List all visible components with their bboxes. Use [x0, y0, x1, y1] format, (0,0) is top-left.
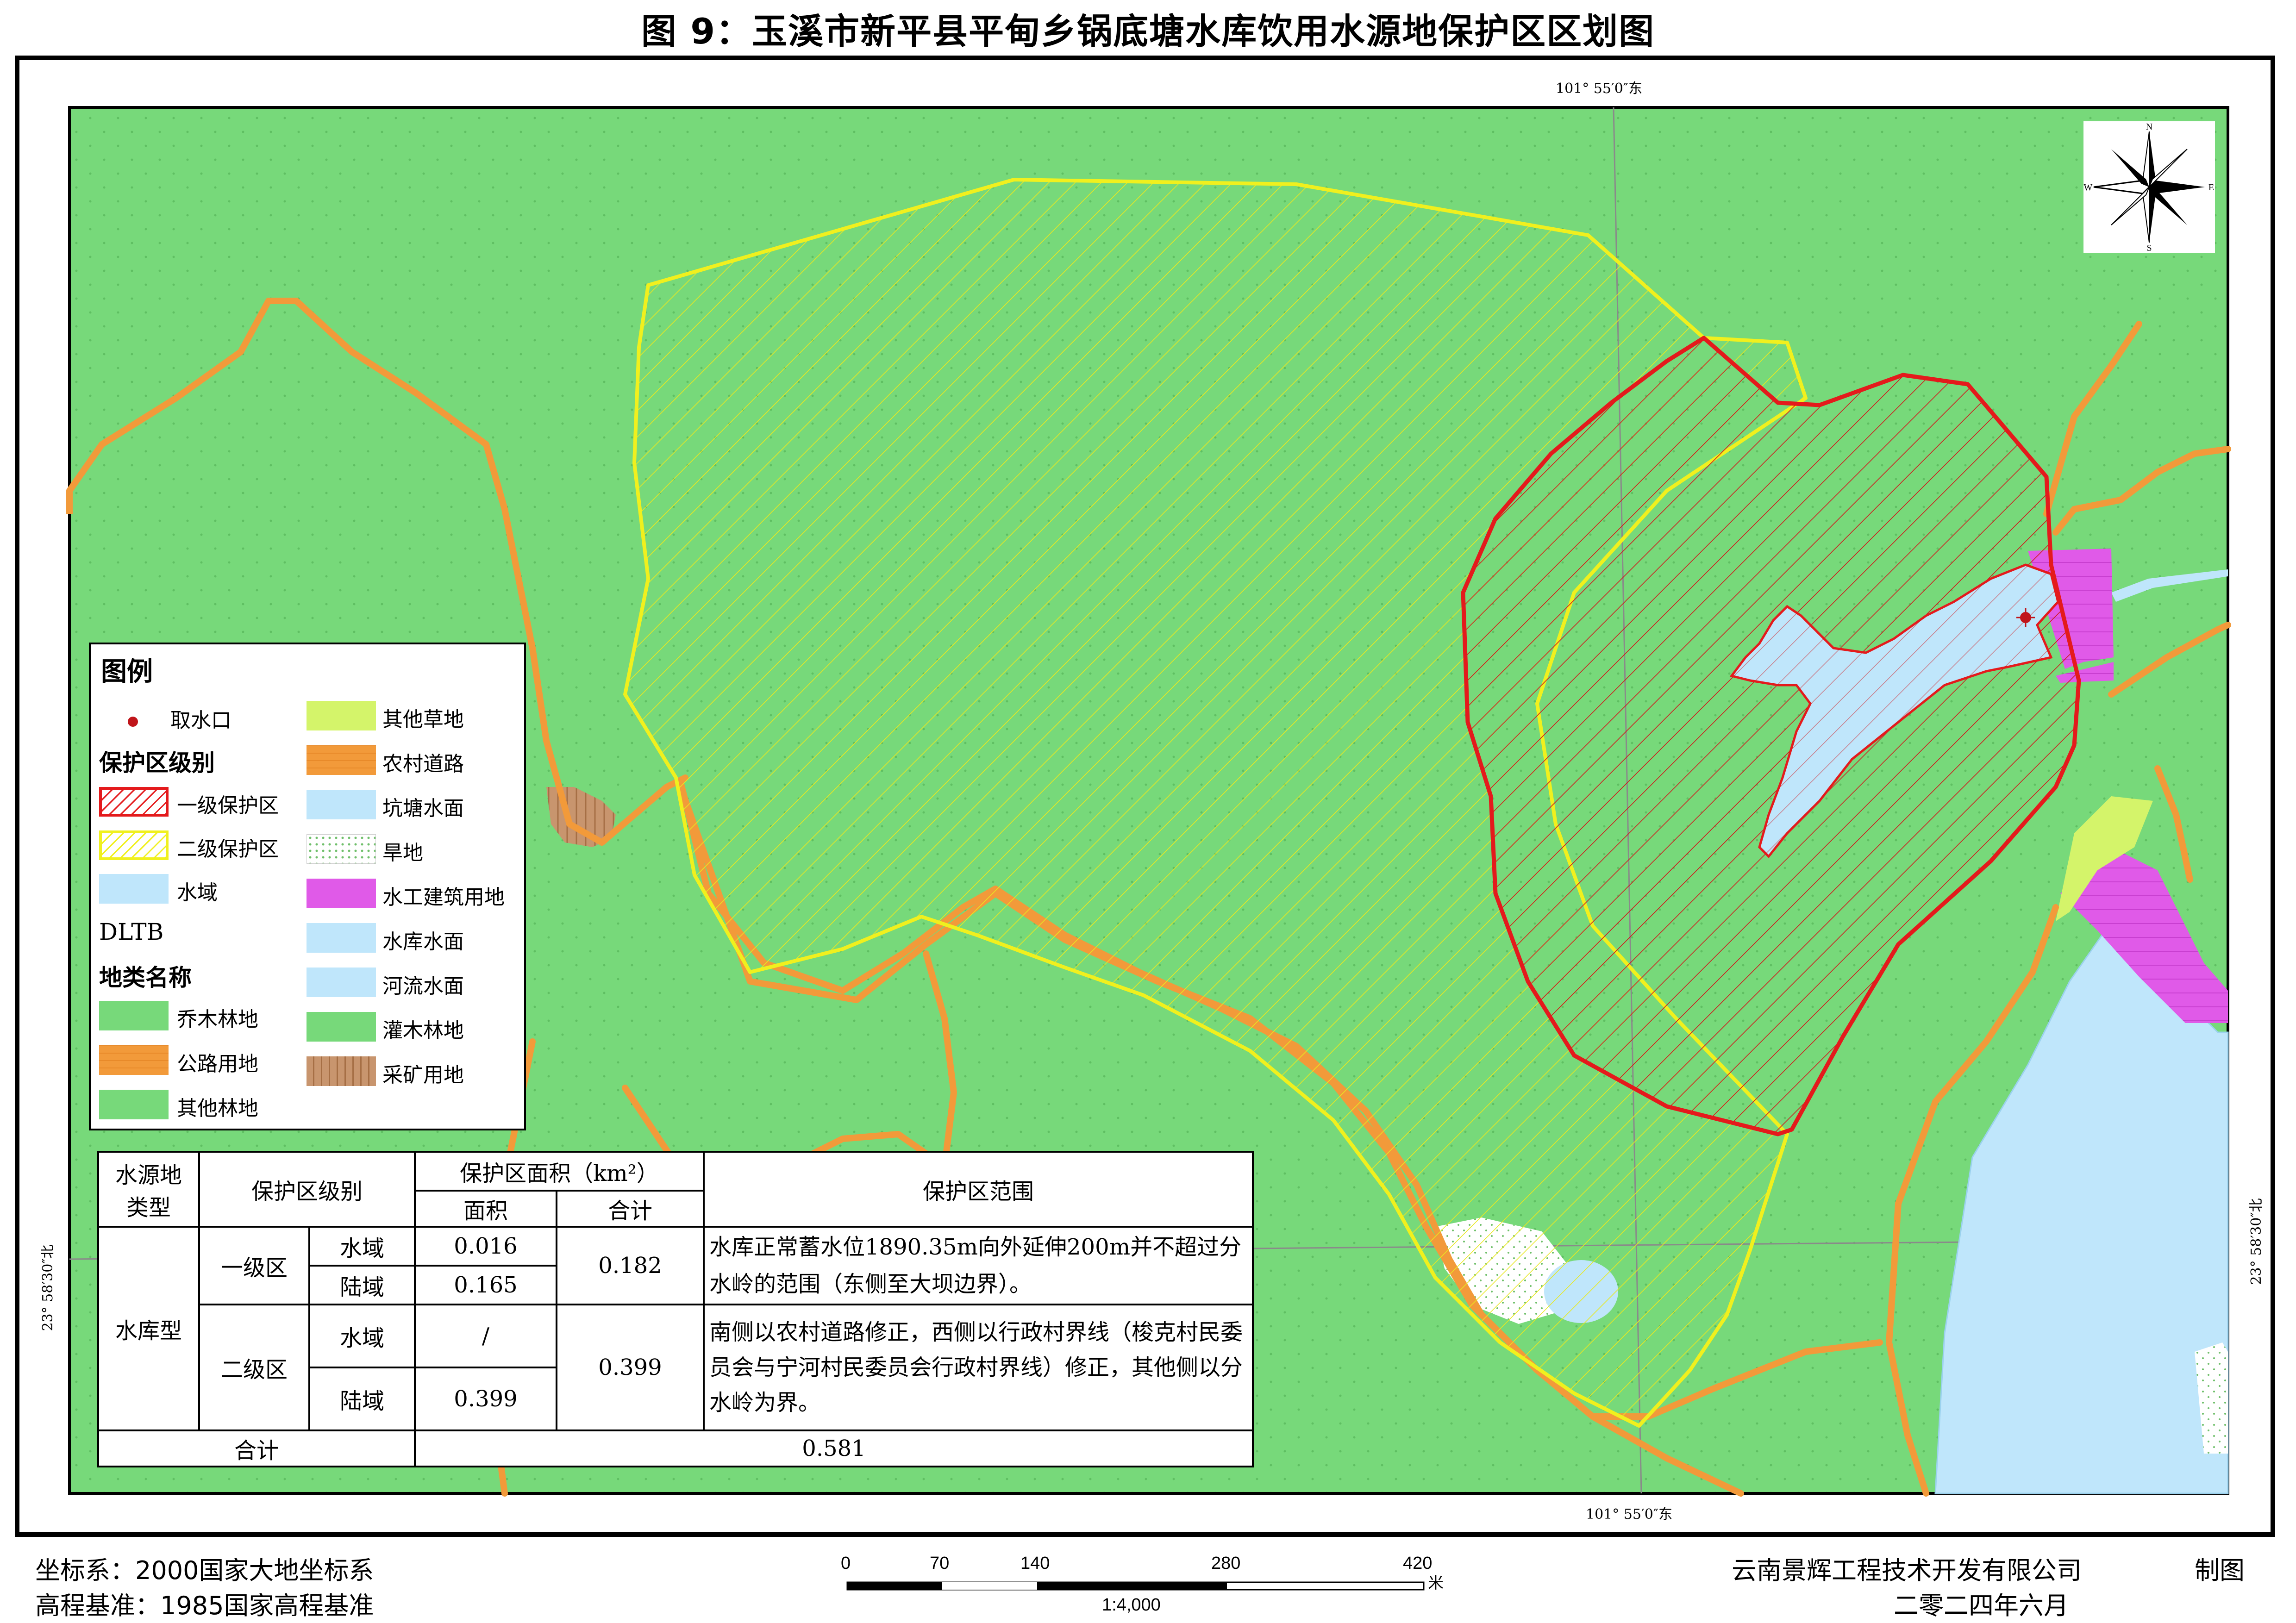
river-swatch	[307, 968, 376, 997]
cell-l1-water: 水域	[308, 1226, 416, 1267]
level2-swatch	[99, 830, 169, 860]
dry-land-swatch	[307, 834, 376, 864]
pond-swatch	[307, 790, 376, 819]
north-arrow: N S E W	[2083, 121, 2215, 253]
other-forest-swatch	[99, 1090, 169, 1119]
made-label: 制图	[2195, 1556, 2245, 1585]
legend-level1: 一级保护区	[177, 794, 279, 818]
protection-table: 水源地 类型 保护区级别 保护区面积（km²） 保护区范围 面积 合计 水库型 一…	[97, 1151, 1254, 1467]
legend-panel: 图例 取水口 保护区级别 一级保护区 二级保护区 水域 DLTB 地类名称 乔木…	[89, 643, 526, 1130]
legend-right-1: 农村道路	[382, 752, 464, 776]
legend-landclass-heading: 地类名称	[99, 964, 192, 991]
legend-dltb: DLTB	[99, 918, 164, 945]
cell-level2: 二级区	[198, 1304, 310, 1431]
bottom-longitude-label: 101° 55′0″东	[1586, 1506, 1673, 1523]
legend-protect-heading: 保护区级别	[99, 749, 215, 776]
legend-left-0: 乔木林地	[177, 1008, 258, 1031]
scale-ratio: 1:4,000	[1102, 1595, 1161, 1615]
scale-tick-3: 280	[1211, 1554, 1241, 1573]
compass-w: W	[2084, 182, 2093, 193]
legend-water: 水域	[177, 881, 218, 905]
cell-l2-water-area: /	[414, 1304, 557, 1368]
legend-right-5: 水库水面	[382, 930, 464, 954]
compass-rose-icon: N S E W	[2084, 122, 2215, 253]
cell-l1-land-area: 0.165	[414, 1265, 557, 1305]
legend-right-2: 坑塘水面	[382, 797, 464, 820]
level1-swatch	[99, 787, 169, 817]
top-longitude-label: 101° 55′0″东	[1556, 81, 1643, 97]
hydraulic-swatch	[307, 879, 376, 908]
scale-tick-1: 70	[930, 1554, 950, 1573]
compass-s: S	[2146, 243, 2152, 253]
cell-l1-range: 水库正常蓄水位1890.35m向外延伸200m并不超过分水岭的范围（东侧至大坝边…	[703, 1226, 1254, 1305]
legend-right-7: 灌木林地	[382, 1019, 464, 1042]
crs-label: 坐标系：2000国家大地坐标系	[35, 1556, 374, 1585]
legend-right-3: 旱地	[382, 841, 423, 865]
legend-left-1: 公路用地	[177, 1052, 258, 1076]
legend-left-2: 其他林地	[177, 1097, 258, 1120]
mining-swatch	[307, 1056, 376, 1086]
compass-n: N	[2146, 122, 2152, 132]
compass-e: E	[2208, 182, 2214, 193]
forest-swatch	[99, 1001, 169, 1030]
header-level: 保护区级别	[198, 1151, 416, 1228]
reservoir-swatch	[307, 923, 376, 953]
cell-l1-water-area: 0.016	[414, 1226, 557, 1267]
scale-tick-2: 140	[1020, 1554, 1050, 1573]
shrub-swatch	[307, 1012, 376, 1042]
date-label: 二零二四年六月	[1894, 1591, 2069, 1620]
cell-l2-land: 陆域	[308, 1367, 416, 1431]
header-range: 保护区范围	[703, 1151, 1254, 1228]
cell-l2-total: 0.399	[556, 1304, 705, 1431]
cell-l1-land: 陆域	[308, 1265, 416, 1305]
cell-l2-land-area: 0.399	[414, 1367, 557, 1431]
highway-swatch	[99, 1045, 169, 1075]
legend-right-8: 采矿用地	[382, 1063, 464, 1087]
legend-title: 图例	[101, 657, 153, 687]
right-latitude-label: 23° 58′30″北	[2248, 1198, 2265, 1285]
cell-sum-value: 0.581	[414, 1429, 1254, 1467]
cell-l2-range: 南侧以农村道路修正，西侧以行政村界线（梭克村民委员会与宁河村民委员会行政村界线）…	[703, 1304, 1254, 1431]
header-area: 保护区面积（km²）	[414, 1151, 705, 1192]
cell-type: 水库型	[97, 1226, 200, 1431]
cell-sum-label: 合计	[97, 1429, 416, 1467]
org-label: 云南景辉工程技术开发有限公司	[1732, 1556, 2082, 1585]
datum-label: 高程基准：1985国家高程基准	[35, 1591, 374, 1620]
cell-l2-water: 水域	[308, 1304, 416, 1368]
grassland-swatch	[307, 701, 376, 730]
header-total-sub: 合计	[556, 1190, 705, 1228]
legend-right-0: 其他草地	[382, 708, 464, 731]
scale-tick-0: 0	[841, 1554, 851, 1573]
scale-bar	[846, 1581, 1425, 1591]
water-swatch	[99, 874, 169, 904]
header-type: 水源地 类型	[97, 1151, 200, 1228]
legend-right-6: 河流水面	[382, 974, 464, 998]
cell-level1: 一级区	[198, 1226, 310, 1305]
rural-road-swatch	[307, 745, 376, 775]
left-latitude-label: 23° 58′30″北	[40, 1244, 56, 1331]
intake-point-icon	[128, 717, 138, 727]
legend-right-4: 水工建筑用地	[382, 886, 505, 909]
legend-intake: 取水口	[128, 704, 231, 733]
cell-l1-total: 0.182	[556, 1226, 705, 1305]
legend-level2: 二级保护区	[177, 837, 279, 861]
header-area-sub: 面积	[414, 1190, 557, 1228]
scale-unit: 米	[1428, 1574, 1444, 1592]
